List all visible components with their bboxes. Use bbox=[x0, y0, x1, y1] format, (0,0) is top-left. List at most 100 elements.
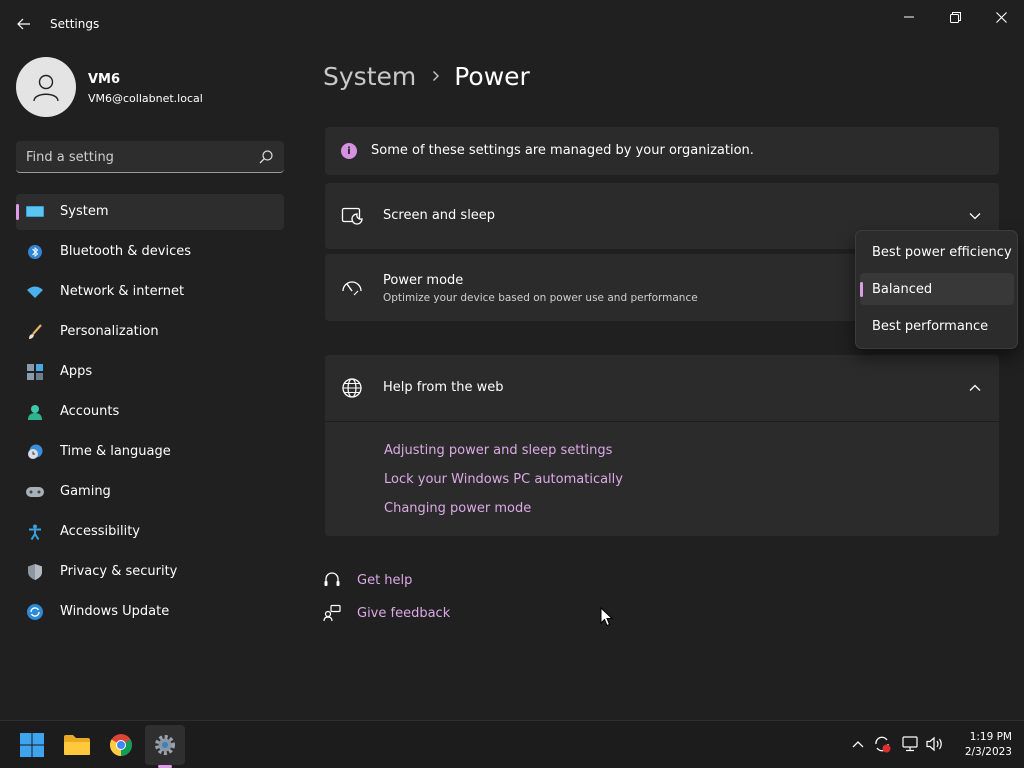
chevron-down-icon[interactable] bbox=[967, 208, 983, 224]
avatar bbox=[16, 57, 76, 117]
chevron-up-icon bbox=[852, 741, 864, 748]
brush-icon bbox=[26, 324, 44, 340]
globe-icon bbox=[342, 378, 362, 398]
option-label: Balanced bbox=[872, 281, 933, 297]
notice-text: Some of these settings are managed by yo… bbox=[371, 143, 754, 158]
network-icon bbox=[902, 736, 918, 752]
search-box[interactable] bbox=[16, 141, 284, 173]
shield-icon bbox=[26, 564, 44, 580]
volume-tray[interactable] bbox=[926, 735, 944, 753]
get-help-icon bbox=[323, 571, 341, 589]
help-link[interactable]: Lock your Windows PC automatically bbox=[384, 472, 623, 487]
info-icon: i bbox=[341, 143, 357, 159]
give-feedback-link[interactable]: Give feedback bbox=[323, 603, 450, 623]
restore-icon bbox=[949, 11, 961, 23]
give-feedback-label: Give feedback bbox=[357, 605, 451, 621]
sidebar-item-gaming[interactable]: Gaming bbox=[16, 474, 284, 510]
network-tray[interactable] bbox=[901, 735, 919, 753]
help-from-web-title: Help from the web bbox=[383, 380, 504, 395]
power-mode-option-selected[interactable]: Balanced bbox=[860, 273, 1014, 305]
help-link[interactable]: Adjusting power and sleep settings bbox=[384, 443, 612, 458]
sidebar-item-label: Time & language bbox=[60, 444, 171, 459]
sidebar-item-accounts[interactable]: Accounts bbox=[16, 394, 284, 430]
show-hidden-icons-button[interactable] bbox=[849, 735, 867, 753]
get-help-link[interactable]: Get help bbox=[323, 570, 412, 590]
app-title: Settings bbox=[50, 17, 100, 31]
volume-icon bbox=[926, 736, 942, 752]
sidebar-item-label: Accessibility bbox=[60, 524, 140, 539]
screen-and-sleep-title: Screen and sleep bbox=[383, 208, 496, 223]
sidebar-item-system[interactable]: System bbox=[16, 194, 284, 230]
sidebar-item-label: Personalization bbox=[60, 324, 159, 339]
breadcrumb-chevron-icon bbox=[432, 70, 440, 82]
sync-status-tray[interactable] bbox=[873, 735, 891, 753]
get-help-label: Get help bbox=[357, 572, 413, 588]
close-icon bbox=[995, 11, 1007, 23]
sidebar-item-bluetooth[interactable]: Bluetooth & devices bbox=[16, 234, 284, 270]
sidebar-item-personalization[interactable]: Personalization bbox=[16, 314, 284, 350]
search-input[interactable] bbox=[26, 148, 246, 166]
mouse-cursor-icon bbox=[600, 607, 614, 627]
sidebar-item-label: Gaming bbox=[60, 484, 111, 499]
sidebar-item-label: Network & internet bbox=[60, 284, 185, 299]
help-link[interactable]: Changing power mode bbox=[384, 501, 531, 516]
option-label: Best performance bbox=[872, 318, 989, 334]
accounts-icon bbox=[26, 404, 44, 420]
folder-icon bbox=[64, 735, 90, 755]
clock-time: 1:19 PM bbox=[969, 731, 1012, 743]
breadcrumb: System Power bbox=[323, 58, 530, 94]
sidebar-item-label: Accounts bbox=[60, 404, 120, 419]
clock[interactable]: 1:19 PM 2/3/2023 bbox=[950, 730, 1012, 760]
power-mode-option[interactable]: Best power efficiency bbox=[860, 236, 1014, 268]
back-button[interactable] bbox=[12, 12, 36, 36]
help-from-web-header[interactable]: Help from the web bbox=[325, 355, 999, 422]
sidebar-item-apps[interactable]: Apps bbox=[16, 354, 284, 390]
sidebar-item-accessibility[interactable]: Accessibility bbox=[16, 514, 284, 550]
user-name: VM6 bbox=[88, 72, 121, 87]
taskbar-file-explorer[interactable] bbox=[57, 725, 97, 765]
wifi-icon bbox=[26, 284, 44, 300]
page-title: Power bbox=[454, 61, 530, 91]
title-bar: Settings bbox=[0, 0, 1024, 48]
clock-globe-icon bbox=[26, 444, 44, 460]
bluetooth-icon bbox=[26, 244, 44, 260]
power-mode-title: Power mode bbox=[383, 273, 464, 288]
sidebar-item-label: Bluetooth & devices bbox=[60, 244, 191, 259]
sidebar-item-windows-update[interactable]: Windows Update bbox=[16, 594, 284, 630]
restore-button[interactable] bbox=[932, 6, 978, 28]
breadcrumb-parent[interactable]: System bbox=[323, 62, 416, 91]
sidebar-item-label: System bbox=[60, 204, 109, 219]
windows-logo-icon bbox=[20, 733, 44, 757]
screen-sleep-icon bbox=[341, 207, 363, 225]
update-icon bbox=[26, 604, 44, 620]
taskbar: 1:19 PM 2/3/2023 bbox=[0, 720, 1024, 768]
sidebar-item-time-language[interactable]: Time & language bbox=[16, 434, 284, 470]
taskbar-settings[interactable] bbox=[145, 725, 185, 765]
start-button[interactable] bbox=[12, 725, 52, 765]
gear-icon bbox=[155, 735, 175, 755]
sync-alert-icon bbox=[875, 736, 891, 753]
user-profile[interactable]: VM6 VM6@collabnet.local bbox=[16, 57, 286, 117]
power-mode-dropdown[interactable]: Best power efficiency Balanced Best perf… bbox=[855, 230, 1018, 349]
sidebar-nav: System Bluetooth & devices Network & int… bbox=[16, 194, 284, 634]
minimize-icon bbox=[904, 16, 914, 18]
user-icon bbox=[33, 74, 59, 102]
power-mode-subtitle: Optimize your device based on power use … bbox=[383, 292, 698, 304]
sidebar-item-privacy[interactable]: Privacy & security bbox=[16, 554, 284, 590]
feedback-icon bbox=[323, 604, 341, 622]
sidebar-item-label: Apps bbox=[60, 364, 93, 379]
option-label: Best power efficiency bbox=[872, 244, 1012, 260]
minimize-button[interactable] bbox=[886, 6, 932, 28]
help-from-web-card: Help from the web Adjusting power and sl… bbox=[325, 355, 999, 536]
chevron-up-icon[interactable] bbox=[967, 380, 983, 396]
close-button[interactable] bbox=[978, 6, 1024, 28]
apps-icon bbox=[26, 364, 44, 380]
power-mode-option[interactable]: Best performance bbox=[860, 310, 1014, 342]
sidebar-item-label: Privacy & security bbox=[60, 564, 178, 579]
sidebar-item-label: Windows Update bbox=[60, 604, 170, 619]
user-email: VM6@collabnet.local bbox=[88, 92, 203, 105]
search-icon[interactable] bbox=[258, 149, 274, 165]
sidebar-item-network[interactable]: Network & internet bbox=[16, 274, 284, 310]
power-mode-icon bbox=[342, 281, 362, 296]
taskbar-chrome[interactable] bbox=[101, 725, 141, 765]
